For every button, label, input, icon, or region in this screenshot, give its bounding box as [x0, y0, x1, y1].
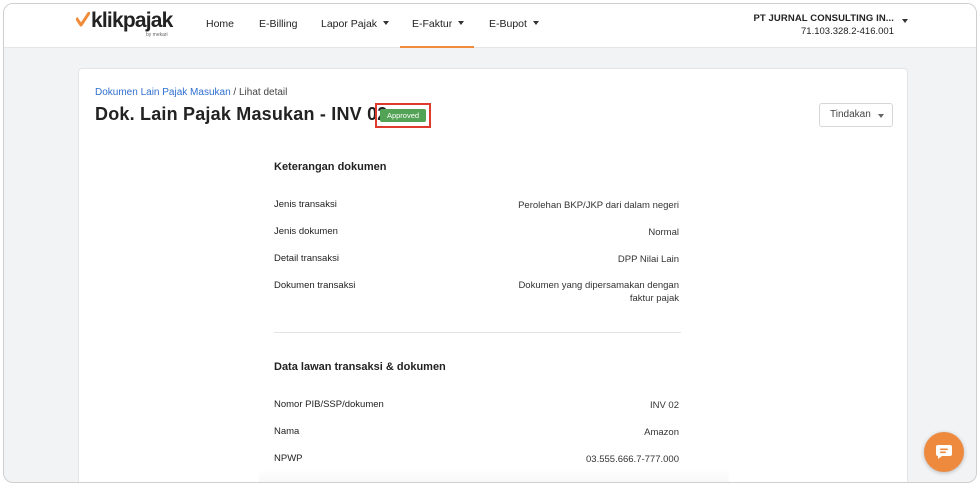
breadcrumb: Dokumen Lain Pajak Masukan / Lihat detai… [95, 87, 287, 98]
nav-e-billing-label: E-Billing [259, 18, 298, 30]
row-label-jenis-transaksi: Jenis transaksi [274, 199, 337, 210]
nav-e-faktur-label: E-Faktur [412, 18, 453, 30]
nav-e-faktur[interactable]: E-Faktur [400, 4, 474, 48]
klikpajak-logo[interactable]: klikpajak by mekari [76, 8, 176, 40]
row-value-dokumen-transaksi: Dokumen yang dipersamakan dengan faktur … [518, 279, 679, 305]
row-value-dokumen-transaksi-line1: Dokumen yang dipersamakan dengan [518, 280, 679, 291]
checkmark-icon [76, 12, 90, 27]
caret-down-icon [532, 21, 539, 25]
status-badge: Approved [380, 109, 426, 122]
tindakan-label: Tindakan [830, 109, 871, 120]
row-label-detail-transaksi: Detail transaksi [274, 253, 339, 264]
app-window: klikpajak by mekari Home E-Billing Lapor… [3, 3, 977, 483]
nav-lapor-pajak[interactable]: Lapor Pajak [321, 4, 390, 48]
status-highlight-box: Approved [375, 103, 431, 128]
page-title: Dok. Lain Pajak Masukan - INV 02 [95, 104, 388, 124]
row-value-nama: Amazon [644, 427, 679, 438]
row-label-nama: Nama [274, 426, 300, 437]
brand-sub: by mekari [146, 32, 168, 38]
nav-lapor-pajak-label: Lapor Pajak [321, 18, 378, 30]
row-value-nomor-pib: INV 02 [649, 400, 679, 411]
breadcrumb-parent-link[interactable]: Dokumen Lain Pajak Masukan [95, 87, 231, 98]
row-label-npwp: NPWP [274, 453, 303, 464]
nav-home-label: Home [206, 18, 235, 30]
nav-e-bupot-label: E-Bupot [489, 18, 527, 30]
row-label-nomor-pib: Nomor PIB/SSP/dokumen [274, 399, 384, 410]
nav-e-bupot[interactable]: E-Bupot [489, 4, 539, 48]
top-navbar: klikpajak by mekari Home E-Billing Lapor… [4, 4, 976, 48]
caret-down-icon [458, 21, 465, 25]
row-value-npwp: 03.555.666.7-777.000 [586, 454, 679, 465]
row-label-jenis-dokumen: Jenis dokumen [274, 226, 338, 237]
section-title-keterangan-dokumen: Keterangan dokumen [274, 161, 387, 173]
row-value-jenis-transaksi: Perolehan BKP/JKP dari dalam negeri [518, 200, 679, 211]
nav-e-billing[interactable]: E-Billing [259, 4, 298, 48]
nav-home[interactable]: Home [206, 4, 234, 48]
row-label-dokumen-transaksi: Dokumen transaksi [274, 280, 356, 291]
breadcrumb-current: Lihat detail [238, 87, 288, 98]
chat-launcher-button[interactable] [924, 432, 964, 472]
company-caret-down-icon[interactable] [902, 19, 908, 23]
caret-down-icon [878, 114, 884, 118]
row-value-jenis-dokumen: Normal [648, 227, 679, 238]
detail-card: Dokumen Lain Pajak Masukan / Lihat detai… [78, 68, 908, 482]
breadcrumb-separator: / [230, 87, 239, 98]
company-switcher[interactable]: PT JURNAL CONSULTING IN... 71.103.328.2-… [753, 12, 894, 38]
section-title-data-lawan-transaksi: Data lawan transaksi & dokumen [274, 361, 446, 373]
brand-name: klikpajak [91, 9, 173, 32]
scroll-fade-overlay [259, 469, 729, 482]
company-npwp: 71.103.328.2-416.001 [801, 26, 894, 37]
caret-down-icon [383, 21, 390, 25]
company-name: PT JURNAL CONSULTING IN... [753, 13, 894, 24]
tindakan-dropdown-button[interactable]: Tindakan [819, 103, 893, 127]
row-value-detail-transaksi: DPP Nilai Lain [617, 254, 679, 265]
row-value-dokumen-transaksi-line2: faktur pajak [629, 293, 679, 304]
section-divider [274, 332, 681, 333]
chat-icon [936, 445, 952, 459]
